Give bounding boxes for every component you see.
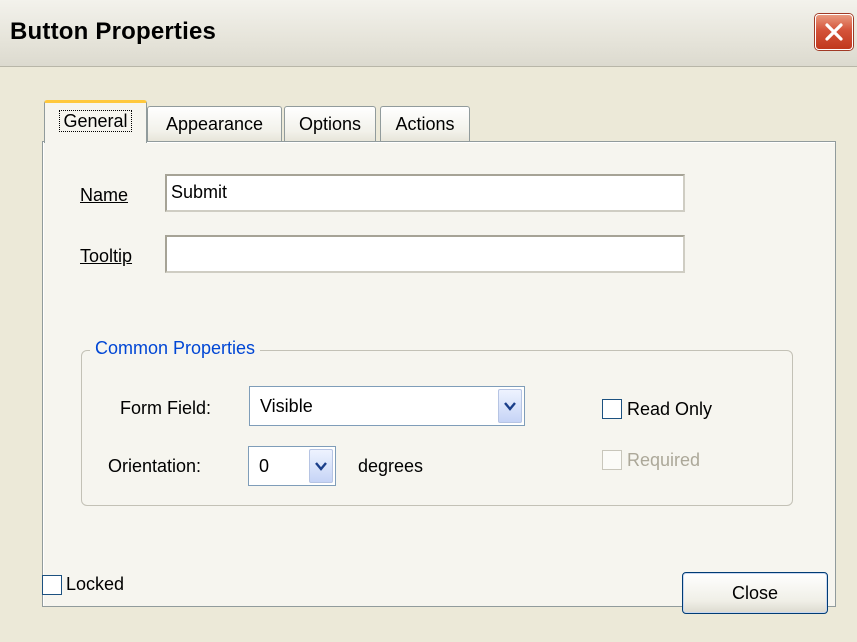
tab-general-label: General xyxy=(59,110,132,132)
form-field-label: Form Field: xyxy=(120,398,212,418)
read-only-checkbox[interactable] xyxy=(602,399,622,419)
tab-appearance-label: Appearance xyxy=(165,114,264,134)
name-label: Name xyxy=(80,185,128,206)
tab-appearance[interactable]: Appearance xyxy=(147,106,282,142)
tooltip-label-text: Tooltip xyxy=(80,246,133,266)
common-properties-group xyxy=(81,350,793,506)
orientation-unit: degrees xyxy=(358,456,424,476)
orientation-select[interactable]: 0 xyxy=(248,446,336,486)
required-checkbox[interactable] xyxy=(602,450,622,470)
locked-checkbox[interactable] xyxy=(42,575,62,595)
form-field-select[interactable]: Visible xyxy=(249,386,525,426)
close-x-glyph xyxy=(825,23,843,41)
tooltip-input[interactable] xyxy=(165,235,685,273)
title-bar: Button Properties xyxy=(0,0,857,67)
common-properties-title: Common Properties xyxy=(90,338,261,359)
tab-options[interactable]: Options xyxy=(284,106,376,142)
close-button-label: Close xyxy=(731,583,779,603)
orientation-label: Orientation: xyxy=(108,456,202,476)
form-field-value: Visible xyxy=(260,396,313,416)
chevron-down-icon[interactable] xyxy=(309,449,333,483)
tab-actions-label: Actions xyxy=(395,114,455,134)
tab-actions[interactable]: Actions xyxy=(380,106,470,142)
dialog-body: General Appearance Options Actions Name … xyxy=(10,66,857,642)
tab-options-label: Options xyxy=(298,114,362,134)
close-icon[interactable] xyxy=(815,14,853,50)
required-label: Required xyxy=(627,450,701,470)
name-input[interactable]: Submit xyxy=(165,174,685,212)
tooltip-label: Tooltip xyxy=(80,246,132,267)
orientation-value: 0 xyxy=(259,456,270,476)
close-button[interactable]: Close xyxy=(682,572,828,614)
chevron-down-icon[interactable] xyxy=(498,389,522,423)
window-title: Button Properties xyxy=(10,18,217,45)
locked-label[interactable]: Locked xyxy=(66,574,124,595)
name-label-text: Name xyxy=(80,185,129,205)
tab-general[interactable]: General xyxy=(44,100,147,143)
read-only-label[interactable]: Read Only xyxy=(627,399,712,420)
